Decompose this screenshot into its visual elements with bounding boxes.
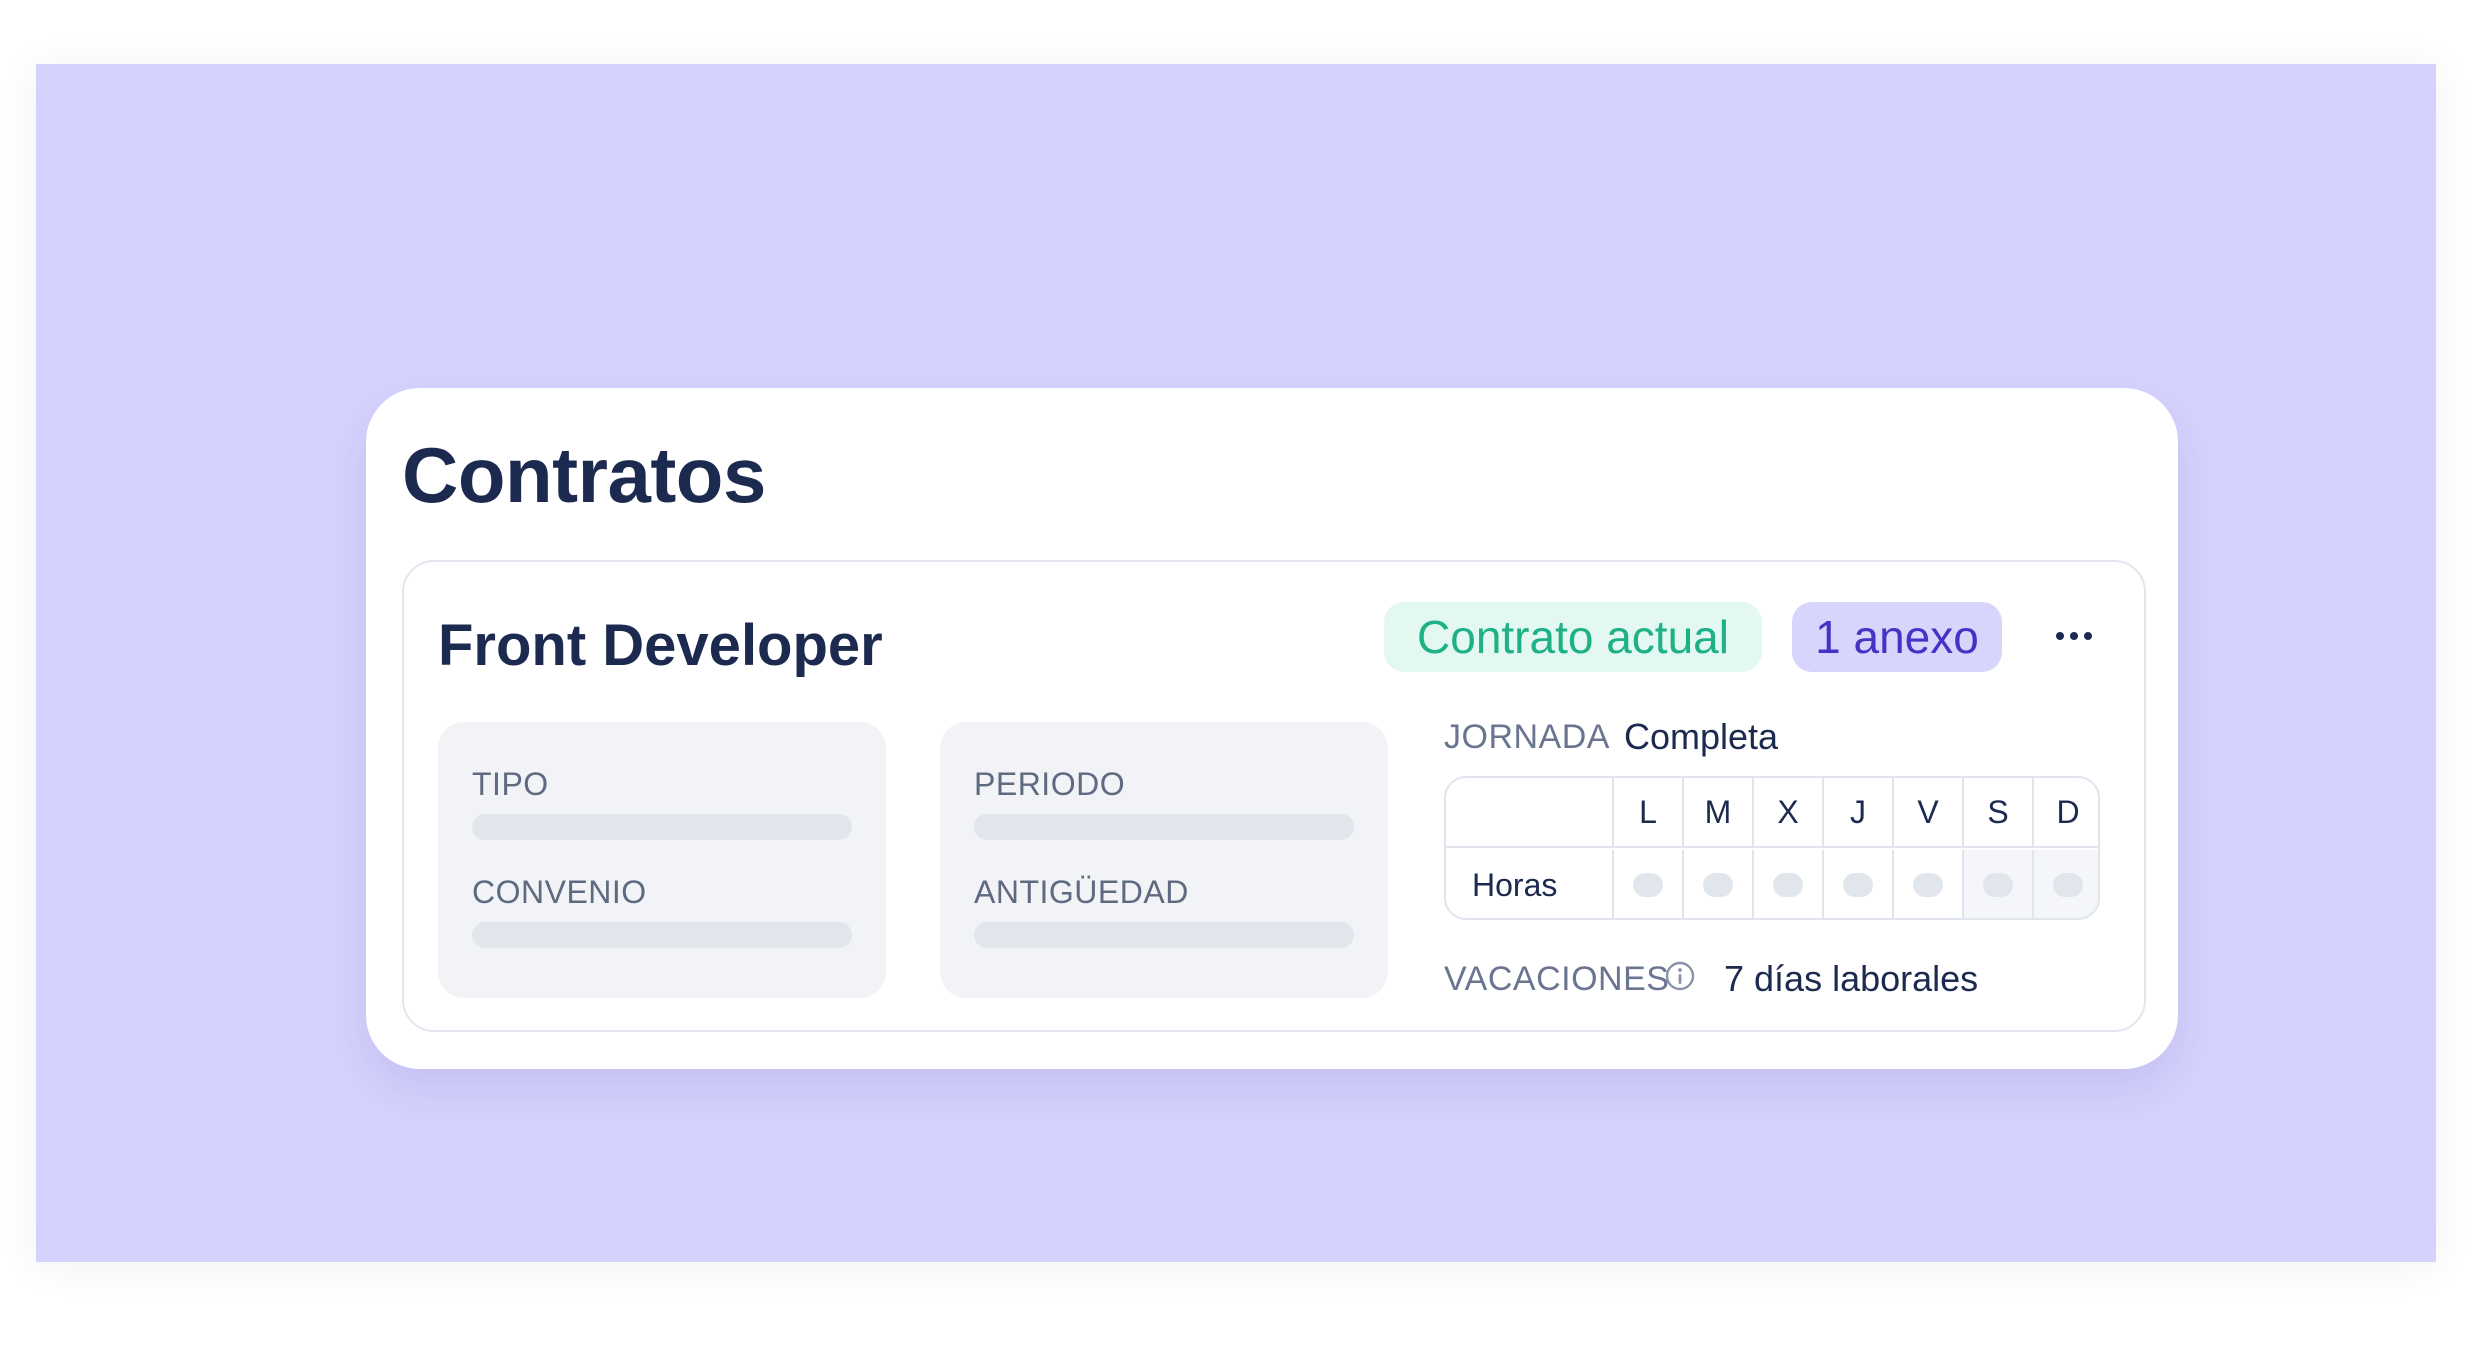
vacaciones-value: 7 días laborales — [1724, 958, 1979, 999]
jornada-value: Completa — [1624, 716, 1779, 757]
convenio-label: CONVENIO — [472, 874, 647, 910]
hours-cell-tuesday — [1682, 850, 1752, 918]
hours-cell-monday — [1612, 850, 1682, 918]
jornada-label: JORNADA — [1444, 718, 1610, 756]
tipo-label: TIPO — [472, 766, 549, 802]
page-title: Contratos — [402, 431, 766, 519]
periodo-label: PERIODO — [974, 766, 1126, 802]
info-icon[interactable] — [1664, 960, 1696, 992]
contract-item[interactable]: Front Developer Contrato actual 1 anexo … — [402, 560, 2146, 1032]
contract-type-box: TIPO CONVENIO — [438, 722, 886, 998]
day-header-tuesday: M — [1682, 778, 1752, 846]
weekly-schedule-table: L M X J V S D Horas — [1444, 776, 2100, 920]
contracts-card: Contratos Front Developer Contrato actua… — [366, 388, 2178, 1069]
hours-row-label: Horas — [1472, 866, 1558, 903]
convenio-placeholder — [472, 922, 852, 948]
contract-period-box: PERIODO ANTIGÜEDAD — [940, 722, 1388, 998]
more-options-icon[interactable] — [2044, 606, 2104, 666]
tipo-placeholder — [472, 814, 852, 840]
vacaciones-label: VACACIONES — [1444, 960, 1670, 998]
day-header-thursday: J — [1822, 778, 1892, 846]
background-stage: Contratos Front Developer Contrato actua… — [36, 64, 2436, 1262]
day-header-friday: V — [1892, 778, 1962, 846]
hours-cell-sunday — [2032, 850, 2098, 918]
current-contract-badge: Contrato actual — [1384, 602, 1762, 672]
contract-role: Front Developer — [438, 613, 883, 678]
schedule-header-row: L M X J V S D — [1446, 778, 2098, 848]
day-header-sunday: D — [2032, 778, 2098, 846]
hours-cell-friday — [1892, 850, 1962, 918]
periodo-placeholder — [974, 814, 1354, 840]
hours-cell-thursday — [1822, 850, 1892, 918]
schedule-corner-cell — [1446, 778, 1612, 846]
schedule-hours-row: Horas — [1446, 850, 2098, 918]
day-header-monday: L — [1612, 778, 1682, 846]
day-header-saturday: S — [1962, 778, 2032, 846]
hours-cell-wednesday — [1752, 850, 1822, 918]
day-header-wednesday: X — [1752, 778, 1822, 846]
antiguedad-label: ANTIGÜEDAD — [974, 874, 1189, 910]
antiguedad-placeholder — [974, 922, 1354, 948]
hours-cell-saturday — [1962, 850, 2032, 918]
annex-badge[interactable]: 1 anexo — [1792, 602, 2002, 672]
